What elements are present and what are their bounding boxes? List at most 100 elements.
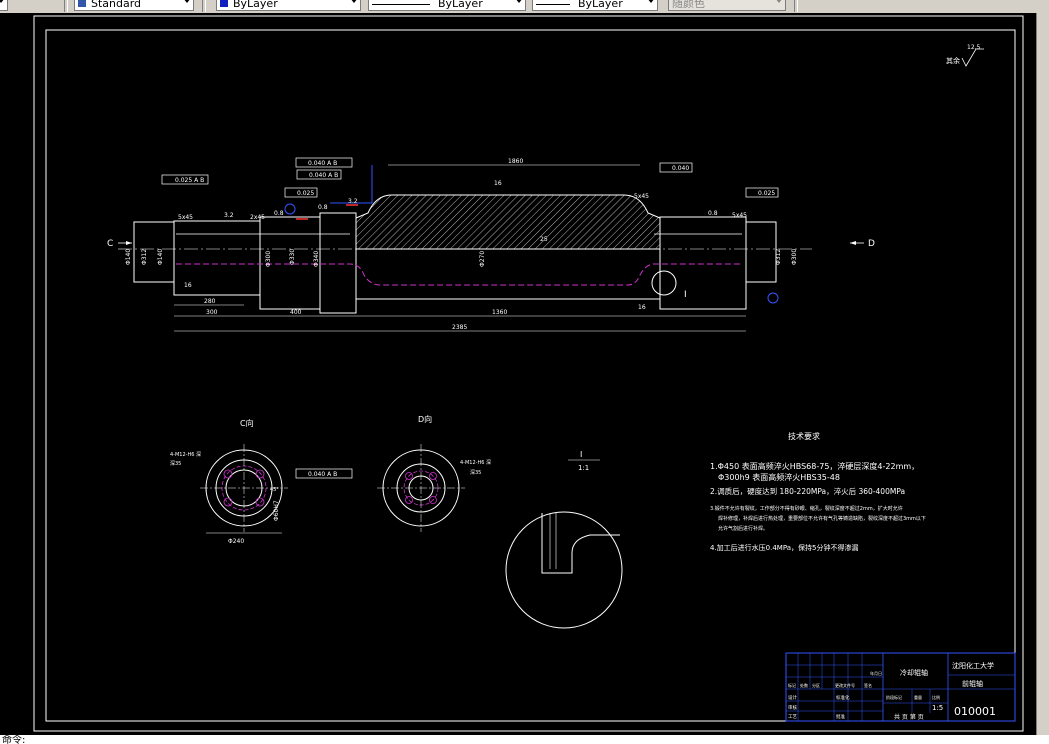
drawing-text-r32: 3.2: [224, 212, 234, 219]
drawing-text-c_pcd: Φ240: [228, 538, 244, 545]
right-shoulder: [659, 216, 747, 310]
drawing-text-t2: 0.040 A B: [308, 160, 337, 167]
drawing-text-dia312b: Φ312: [775, 249, 782, 265]
drawing-text-d_holes: 4-M12-H6 深: [460, 459, 491, 466]
roughness-symbol-icon: [961, 48, 984, 67]
drawing-text-dia340: Φ340: [313, 251, 320, 267]
command-line[interactable]: 命令:: [0, 735, 1049, 744]
drawing-text-n3c: 允许气割后进行补焊。: [718, 525, 768, 532]
drawing-text-d1360: 1360: [492, 309, 507, 316]
drawing-text-d_view_title: D向: [418, 414, 432, 424]
drawing-text-d300: 300: [206, 309, 218, 316]
drawing-text-title: 技术要求: [788, 431, 820, 441]
title-block: 冷却辊轴 沈阳化工大学 前辊轴 010001 1:5 共 页 第 页 设计 审核…: [785, 652, 1016, 722]
drawing-text-checker: 审核: [788, 704, 797, 711]
drawing-text-c_depth: 深35: [170, 460, 181, 467]
drawing-text-n3a: 3.锻件不允许有裂纹，工作部分不得有砂眼、缩孔，裂纹深度不超过2mm，扩大时允许: [710, 505, 903, 512]
drawing-text-sign: 签名: [864, 682, 872, 688]
color-swatch-icon: [220, 0, 228, 7]
drawing-text-process: 工艺: [788, 714, 797, 720]
drawing-text-scale: 1:5: [932, 704, 943, 712]
drawing-text-d2385: 2385: [452, 324, 467, 331]
drawing-text-ch5x45c: 5x45: [732, 212, 747, 219]
drawing-text-c_view_title: C向: [240, 418, 254, 428]
roughness-note: 其余: [946, 56, 960, 65]
drawing-text-c_holes: 4-M12-H6 深: [170, 451, 201, 458]
drawing-text-t1: 0.025 A B: [175, 177, 204, 184]
drawing-text-r32b: 3.2: [348, 198, 358, 205]
drawing-text-t6: 0.025: [758, 190, 775, 197]
detail-i-view: I 1:1: [505, 450, 623, 629]
right-journal-end: [745, 221, 777, 283]
drawing-text-part_name: 冷却辊轴: [900, 668, 928, 677]
drawing-text-ratio: 比例: [932, 694, 940, 700]
drawing-text-n1b: Φ300h9 表面高频淬火HBS35-48: [718, 472, 840, 482]
view-c-label: C: [107, 239, 113, 249]
drawing-text-count: 处数: [800, 682, 808, 688]
drawing-text-zone: 分区: [812, 682, 820, 688]
drawing-text-std: 标准化: [836, 694, 850, 701]
drawing-text-d16b: 16: [184, 282, 192, 289]
datum-marker-icon: [284, 203, 296, 215]
layer-select-tail[interactable]: [0, 0, 8, 11]
drawing-text-approver: 批准: [836, 713, 845, 720]
drawing-text-designer: 设计: [788, 694, 797, 701]
detail-circle-i: [651, 270, 677, 296]
linetype-sample-icon: [372, 3, 430, 5]
drawing-text-mark: 标记: [788, 682, 796, 688]
technical-notes: 技术要求 1.Φ450 表面高频淬火HBS68-75，淬硬层深度4-22mm， …: [710, 431, 926, 552]
drawing-canvas[interactable]: 其余 12.5 I C D 1860 300 400 1360 2385 16 …: [0, 13, 1036, 735]
color-select[interactable]: ByLayer: [216, 0, 361, 11]
drawing-svg: 其余 12.5 I C D 1860 300 400 1360 2385 16 …: [33, 15, 1024, 732]
drawing-text-ch2x45: 2x45: [250, 214, 265, 221]
text-style-select[interactable]: Standard: [74, 0, 194, 11]
drawing-text-dia312a: Φ312: [141, 249, 148, 265]
bore-hidden-line: [176, 263, 742, 286]
drawing-text-c_angle: 45°: [270, 487, 279, 493]
c-view: C向 4-M12-H6 深 深35 Φ240 Φ60H7 45°: [170, 418, 288, 545]
drawing-text-ch5x45b: 5x45: [634, 193, 649, 200]
properties-toolbar: Standard ByLayer ByLayer ByLayer 随颜色: [0, 0, 1049, 14]
drawing-text-weight: 重量: [914, 694, 922, 700]
drawing-text-t3: 0.040 A B: [309, 172, 338, 179]
drawing-text-dia140b: Φ140: [157, 249, 164, 265]
drawing-text-c_bore: Φ60H7: [273, 500, 280, 521]
drawing-text-ch5x45a: 5x45: [178, 214, 193, 221]
drawing-text-r08a: 0.8: [274, 210, 284, 217]
drawing-text-stage: 阶段标记: [886, 694, 902, 700]
drawing-text-d16top: 16: [494, 180, 502, 187]
drawing-text-dia330: Φ330: [289, 249, 296, 265]
drawing-text-d280: 280: [204, 298, 216, 305]
outer-frame: [33, 15, 1024, 732]
drawing-text-d400: 400: [290, 309, 302, 316]
d-view: D向 4-M12-H6 深 深35: [377, 414, 491, 532]
plotstyle-select[interactable]: 随颜色: [668, 0, 786, 11]
vertical-scrollbar[interactable]: [1036, 13, 1049, 735]
drawing-text-d_depth: 深35: [470, 469, 481, 476]
body-lower-outline: [355, 249, 661, 300]
drawing-text-n2: 2.调质后，硬度达到 180-220MPa，淬火后 360-400MPa: [710, 486, 905, 496]
drawing-text-n3b: 焊补修理，补焊后进行热处理，重要部位不允许有气孔等铸造缺陷，裂纹深度不超过3mm…: [718, 515, 926, 522]
drawing-text-detail_scale: 1:1: [578, 464, 589, 472]
drawing-text-dia300b: Φ300: [791, 249, 798, 265]
drawing-text-dia270: Φ270: [479, 251, 486, 267]
drawing-text-r08c: 0.8: [708, 210, 718, 217]
datum-marker-icon-2: [767, 292, 779, 304]
drawing-text-sheet: 共 页 第 页: [894, 713, 924, 721]
shaft-main-view: I: [118, 165, 812, 314]
drawing-text-n1a: 1.Φ450 表面高频淬火HBS68-75，淬硬层深度4-22mm，: [710, 461, 919, 471]
lineweight-select[interactable]: ByLayer: [532, 0, 658, 11]
drawing-text-dia140a: Φ140: [125, 249, 132, 265]
drawing-text-n4: 4.加工后进行水压0.4MPa，保持5分钟不得渗漏: [710, 543, 859, 552]
view-d-label: D: [868, 239, 875, 249]
drawing-text-t4: 0.025: [297, 190, 314, 197]
drawing-text-r25: 25: [540, 236, 548, 243]
drawing-text-d1860: 1860: [508, 158, 523, 165]
body-section-hatch: [355, 194, 661, 250]
drawing-text-dia300a: Φ300: [265, 251, 272, 267]
drawing-text-drawing_no: 010001: [954, 705, 996, 718]
linetype-select[interactable]: ByLayer: [368, 0, 526, 11]
drawing-text-change: 更改文件号: [835, 682, 855, 688]
text-style-icon: [78, 0, 86, 7]
drawing-text-t5: 0.040: [672, 165, 689, 172]
